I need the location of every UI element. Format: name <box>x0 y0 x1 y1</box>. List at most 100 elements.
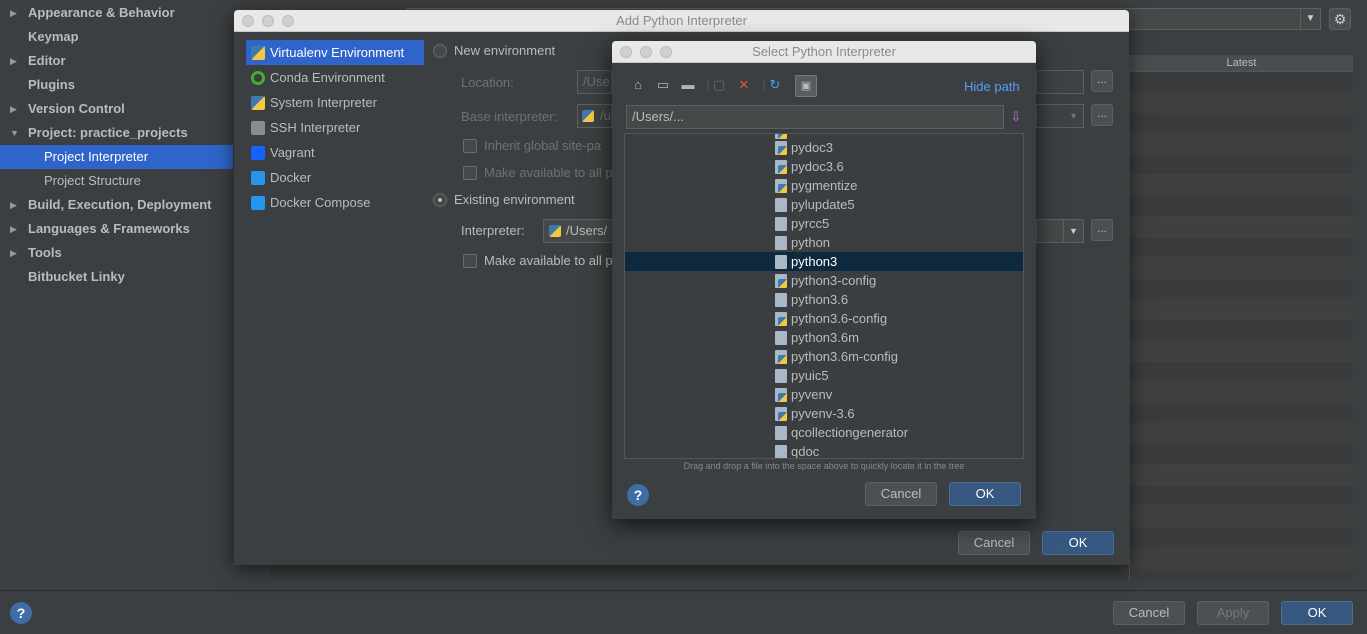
add-dialog-cancel-button[interactable]: Cancel <box>958 531 1030 555</box>
chevron-right-icon[interactable]: ▶ <box>10 1 17 25</box>
settings-tree-item[interactable]: ▶ Build, Execution, Deployment <box>0 193 233 217</box>
chevron-right-icon[interactable]: ▶ <box>10 193 17 217</box>
existing-environment-radio[interactable] <box>433 193 447 207</box>
file-tree-item[interactable]: pydoc3.6 <box>625 157 1023 176</box>
delete-icon[interactable]: ✕ <box>736 77 752 93</box>
file-tree-item[interactable]: python <box>625 233 1023 252</box>
table-row[interactable] <box>1130 258 1353 279</box>
settings-tree-item[interactable]: ▶ Editor <box>0 49 233 73</box>
table-row[interactable] <box>1130 506 1353 528</box>
chevron-down-icon[interactable]: ▼ <box>1063 220 1083 242</box>
table-row[interactable] <box>1130 113 1353 135</box>
interpreter-browse-button[interactable]: ... <box>1091 219 1113 241</box>
cancel-button[interactable]: Cancel <box>1113 601 1185 625</box>
env-type-item[interactable]: Conda Environment <box>246 65 424 90</box>
home-icon[interactable]: ⌂ <box>630 77 646 93</box>
chevron-down-icon[interactable]: ▼ <box>1300 9 1320 29</box>
chevron-right-icon[interactable]: ▶ <box>10 217 17 241</box>
table-row[interactable] <box>1130 134 1353 155</box>
table-row[interactable] <box>1130 238 1353 259</box>
select-dialog-ok-button[interactable]: OK <box>949 482 1021 506</box>
hide-path-link[interactable]: Hide path <box>964 79 1020 94</box>
table-row[interactable] <box>1130 72 1353 93</box>
env-type-item[interactable]: Docker <box>246 165 424 190</box>
file-tree-item[interactable]: pyrcc5 <box>625 214 1023 233</box>
inherit-site-packages-checkbox[interactable] <box>463 139 477 153</box>
table-row[interactable] <box>1130 362 1353 383</box>
interpreter-field-end[interactable]: ▼ <box>1036 219 1084 243</box>
file-tree-item[interactable]: python3.6 <box>625 290 1023 309</box>
env-type-item[interactable]: System Interpreter <box>246 90 424 115</box>
table-row[interactable] <box>1130 486 1353 507</box>
table-row[interactable] <box>1130 92 1353 114</box>
table-row[interactable] <box>1130 382 1353 403</box>
make-available-checkbox-2[interactable] <box>463 254 477 268</box>
chevron-down-icon[interactable]: ▼ <box>10 121 19 145</box>
chevron-right-icon[interactable]: ▶ <box>10 241 17 265</box>
history-icon[interactable]: ⇩ <box>1008 109 1024 125</box>
settings-tree-item[interactable]: Project Interpreter <box>0 145 233 169</box>
env-type-item[interactable]: Docker Compose <box>246 190 424 215</box>
chevron-right-icon[interactable]: ▶ <box>10 97 17 121</box>
settings-tree-item[interactable]: ▶ Version Control <box>0 97 233 121</box>
new-folder-icon[interactable]: ▢ <box>711 77 727 93</box>
ok-button[interactable]: OK <box>1281 601 1353 625</box>
file-tree-item[interactable]: python3.6-config <box>625 309 1023 328</box>
project-folder-icon[interactable]: ▬ <box>680 77 696 93</box>
table-row[interactable] <box>1130 340 1353 362</box>
table-row[interactable] <box>1130 155 1353 176</box>
base-interpreter-browse-button[interactable]: ... <box>1091 104 1113 126</box>
file-tree-item[interactable]: qdoc <box>625 442 1023 458</box>
settings-tree-item[interactable]: Keymap <box>0 25 233 49</box>
location-field[interactable]: /Use <box>577 70 612 94</box>
file-tree-item[interactable]: python3 <box>625 252 1023 271</box>
settings-tree-item[interactable]: ▶ Languages & Frameworks <box>0 217 233 241</box>
location-browse-button[interactable]: ... <box>1091 70 1113 92</box>
refresh-icon[interactable]: ↻ <box>767 77 783 93</box>
settings-tree-item[interactable]: Plugins <box>0 73 233 97</box>
file-tree-item[interactable]: pyvenv <box>625 385 1023 404</box>
apply-button[interactable]: Apply <box>1197 601 1269 625</box>
location-field-end[interactable] <box>1036 70 1084 94</box>
file-tree[interactable]: pydoc3 pydoc3.6 pygmentize pylupdate5 pyrcc5… <box>624 133 1024 459</box>
file-tree-item[interactable]: pylupdate5 <box>625 195 1023 214</box>
file-tree-item[interactable]: python3.6m <box>625 328 1023 347</box>
table-row[interactable] <box>1130 403 1353 424</box>
settings-tree-item[interactable]: ▶ Appearance & Behavior <box>0 1 233 25</box>
env-type-item[interactable]: SSH Interpreter <box>246 115 424 140</box>
chevron-right-icon[interactable]: ▶ <box>10 49 17 73</box>
base-interpreter-field[interactable]: /u <box>577 104 612 128</box>
table-row[interactable] <box>1130 547 1353 569</box>
base-interpreter-field-end[interactable]: ▼ <box>1036 104 1084 128</box>
env-type-item[interactable]: Vagrant <box>246 140 424 165</box>
make-available-checkbox-1[interactable] <box>463 166 477 180</box>
desktop-icon[interactable]: ▭ <box>655 77 671 93</box>
settings-tree-item[interactable]: ▼ Project: practice_projects <box>0 121 233 145</box>
table-row[interactable] <box>1130 423 1353 445</box>
settings-tree-item[interactable]: Bitbucket Linky <box>0 265 233 289</box>
path-field[interactable]: /Users/... <box>626 105 1004 129</box>
file-tree-item[interactable]: python3-config <box>625 271 1023 290</box>
table-row[interactable] <box>1130 569 1353 590</box>
table-row[interactable] <box>1130 527 1353 548</box>
new-environment-radio[interactable] <box>433 44 447 58</box>
env-type-item[interactable]: Virtualenv Environment <box>246 40 424 65</box>
file-tree-item[interactable]: python3.6m-config <box>625 347 1023 366</box>
file-tree-item[interactable]: pydoc3 <box>625 138 1023 157</box>
gear-icon[interactable]: ⚙ <box>1329 8 1351 30</box>
settings-tree-item[interactable]: ▶ Tools <box>0 241 233 265</box>
file-tree-item[interactable]: pyuic5 <box>625 366 1023 385</box>
table-row[interactable] <box>1130 299 1353 321</box>
file-tree-item[interactable]: pygmentize <box>625 176 1023 195</box>
table-row[interactable] <box>1130 444 1353 466</box>
show-hidden-files-icon[interactable]: ▣ <box>795 75 817 97</box>
settings-tree-item[interactable]: Project Structure <box>0 169 233 193</box>
table-row[interactable] <box>1130 175 1353 197</box>
table-row[interactable] <box>1130 196 1353 217</box>
table-row[interactable] <box>1130 465 1353 486</box>
table-row[interactable] <box>1130 216 1353 238</box>
column-header-latest[interactable]: Latest <box>1130 55 1353 72</box>
help-icon[interactable]: ? <box>10 602 32 624</box>
file-tree-item[interactable]: pyvenv-3.6 <box>625 404 1023 423</box>
help-icon[interactable]: ? <box>627 484 649 506</box>
